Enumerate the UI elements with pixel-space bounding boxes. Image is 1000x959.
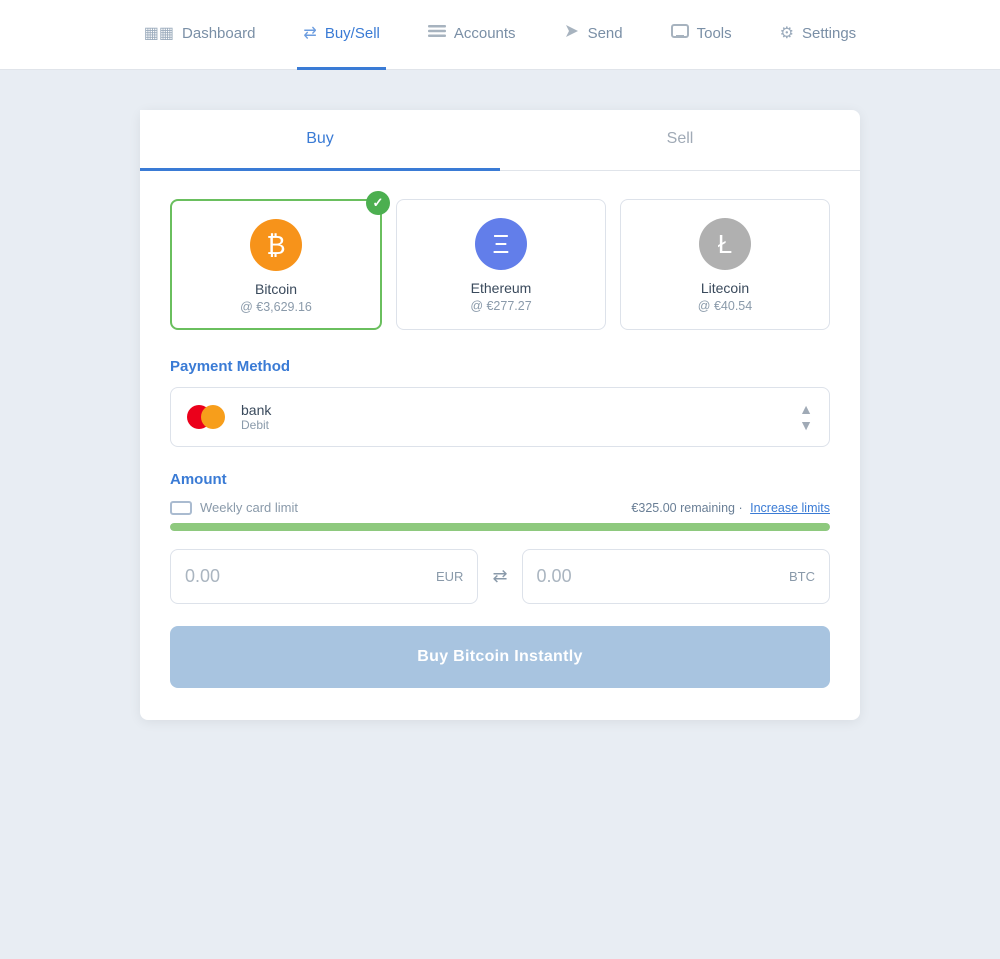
- payment-selector[interactable]: bank Debit ▲ ▼: [170, 387, 830, 447]
- btc-value: 0.00: [537, 566, 572, 587]
- payment-info: bank Debit: [241, 402, 799, 432]
- payment-name: bank: [241, 402, 799, 418]
- progress-bar: [170, 523, 830, 531]
- eth-icon: Ξ: [475, 218, 527, 270]
- nav-tools[interactable]: Tools: [665, 0, 738, 70]
- crypto-card-ltc[interactable]: Ł Litecoin @ €40.54: [620, 199, 830, 330]
- card-body: ✓ ₿ Bitcoin @ €3,629.16 Ξ Ethereum @ €27…: [140, 171, 860, 720]
- buysell-icon: ⇄: [303, 23, 316, 43]
- ltc-icon: Ł: [699, 218, 751, 270]
- nav-dashboard-label: Dashboard: [182, 25, 255, 42]
- remaining-amount: €325.00 remaining: [631, 501, 735, 515]
- limit-right: €325.00 remaining · Increase limits: [631, 501, 830, 515]
- tab-buy[interactable]: Buy: [140, 110, 500, 171]
- buy-button[interactable]: Buy Bitcoin Instantly: [170, 626, 830, 688]
- eth-price: @ €277.27: [470, 299, 531, 313]
- limit-label: Weekly card limit: [200, 500, 298, 515]
- dashboard-icon: ▦▦: [144, 23, 174, 43]
- increase-limits-link[interactable]: Increase limits: [750, 501, 830, 515]
- nav-send[interactable]: Send: [558, 0, 629, 70]
- btc-input-field[interactable]: 0.00 BTC: [522, 549, 830, 604]
- tools-icon: [671, 24, 689, 43]
- dot-separator: ·: [738, 501, 742, 515]
- nav-buysell[interactable]: ⇄ Buy/Sell: [297, 0, 385, 70]
- navbar: ▦▦ Dashboard ⇄ Buy/Sell Accounts Send: [0, 0, 1000, 70]
- btc-unit: BTC: [789, 569, 815, 584]
- nav-accounts-label: Accounts: [454, 25, 516, 42]
- limit-left: Weekly card limit: [170, 500, 298, 515]
- nav-buysell-label: Buy/Sell: [325, 25, 380, 42]
- selected-check: ✓: [366, 191, 390, 215]
- settings-icon: ⚙: [780, 23, 794, 43]
- eth-name: Ethereum: [471, 280, 532, 296]
- chevron-updown-icon: ▲ ▼: [799, 402, 813, 432]
- tab-sell[interactable]: Sell: [500, 110, 860, 171]
- ltc-price: @ €40.54: [698, 299, 752, 313]
- nav-settings[interactable]: ⚙ Settings: [774, 0, 863, 70]
- payment-type: Debit: [241, 418, 799, 432]
- crypto-options: ✓ ₿ Bitcoin @ €3,629.16 Ξ Ethereum @ €27…: [170, 199, 830, 330]
- amount-section-title: Amount: [170, 471, 830, 488]
- card-icon: [170, 501, 192, 515]
- swap-icon[interactable]: ⇄: [488, 566, 511, 587]
- accounts-icon: [428, 24, 446, 43]
- main-content: Buy Sell ✓ ₿ Bitcoin @ €3,629.16 Ξ Eth: [0, 70, 1000, 760]
- mastercard-icon: [187, 403, 227, 431]
- nav-accounts[interactable]: Accounts: [422, 0, 522, 70]
- nav-tools-label: Tools: [697, 25, 732, 42]
- crypto-card-eth[interactable]: Ξ Ethereum @ €277.27: [396, 199, 606, 330]
- buy-sell-card: Buy Sell ✓ ₿ Bitcoin @ €3,629.16 Ξ Eth: [140, 110, 860, 720]
- nav-dashboard[interactable]: ▦▦ Dashboard: [138, 0, 262, 70]
- btc-icon: ₿: [250, 219, 302, 271]
- ltc-name: Litecoin: [701, 280, 749, 296]
- eur-input-field[interactable]: 0.00 EUR: [170, 549, 478, 604]
- eur-value: 0.00: [185, 566, 220, 587]
- eur-unit: EUR: [436, 569, 463, 584]
- nav-send-label: Send: [588, 25, 623, 42]
- payment-section-title: Payment Method: [170, 358, 830, 375]
- amount-inputs: 0.00 EUR ⇄ 0.00 BTC: [170, 549, 830, 604]
- progress-bar-fill: [170, 523, 830, 531]
- btc-price: @ €3,629.16: [240, 300, 312, 314]
- btc-name: Bitcoin: [255, 281, 297, 297]
- nav-settings-label: Settings: [802, 25, 856, 42]
- send-icon: [564, 23, 580, 44]
- tab-bar: Buy Sell: [140, 110, 860, 171]
- crypto-card-btc[interactable]: ✓ ₿ Bitcoin @ €3,629.16: [170, 199, 382, 330]
- limit-row: Weekly card limit €325.00 remaining · In…: [170, 500, 830, 515]
